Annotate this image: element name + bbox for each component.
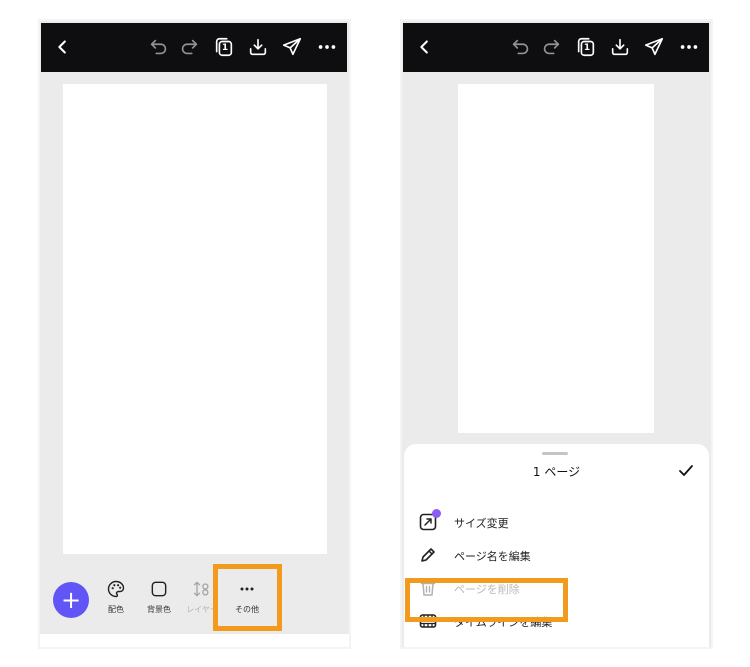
back-icon[interactable] [413,35,437,59]
sheet-drag-handle[interactable] [542,452,568,455]
design-canvas-page[interactable] [458,84,654,433]
menu-item-label: ページ名を編集 [454,550,531,563]
menu-item-label: サイズ変更 [454,517,509,530]
palette-icon [107,580,125,598]
sheet-title: 1 ページ [532,465,581,479]
layers-icon [193,581,209,597]
undo-icon[interactable] [509,35,533,59]
page-count: 1 [583,43,591,53]
toolbar-color-palette[interactable]: 配色 [95,579,137,627]
pencil-icon [418,545,438,565]
share-send-icon[interactable] [642,35,666,59]
resize-icon [418,509,441,532]
redo-icon[interactable] [539,35,563,59]
share-send-icon[interactable] [280,35,304,59]
add-element-button[interactable]: + [53,582,89,618]
back-icon[interactable] [51,35,75,59]
menu-item-rename-page[interactable]: ページ名を編集 [404,541,709,569]
pages-icon[interactable]: 1 [212,35,236,59]
check-icon[interactable] [678,464,694,478]
pages-icon[interactable]: 1 [574,35,598,59]
menu-item-resize[interactable]: サイズ変更 [404,508,709,536]
toolbar-background-color[interactable]: 背景色 [138,579,180,627]
download-icon[interactable] [246,35,270,59]
toolbar-label: 配色 [108,605,124,614]
page-count: 1 [221,43,229,53]
editor-screen-right: 1 1 ページ サイズ変更 ページ名を編集 ページを削除 タイムラインを編集 [400,19,713,649]
undo-icon[interactable] [147,35,171,59]
more-icon[interactable] [315,35,339,59]
editor-topbar: 1 [41,23,347,72]
design-canvas-page[interactable] [63,84,327,554]
editor-topbar: 1 [403,23,709,72]
toolbar-label: 背景色 [147,605,171,614]
more-icon[interactable] [677,35,701,59]
highlight-edit-timeline [405,578,568,622]
highlight-more-button [213,564,282,631]
background-color-icon [151,581,167,597]
pro-crown-icon [432,509,441,518]
bottom-safe-area [40,634,349,647]
redo-icon[interactable] [177,35,201,59]
download-icon[interactable] [608,35,632,59]
editor-screen-left: 1 + 配色 背景色 レイヤー その他 [38,19,351,649]
